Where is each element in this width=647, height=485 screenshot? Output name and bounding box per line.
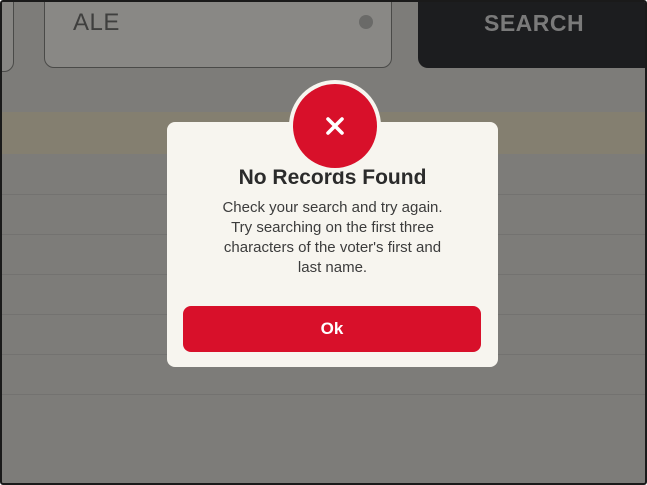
search-button-label: SEARCH [484,10,585,36]
dialog-message: Check your search and try again. Try sea… [179,198,486,278]
previous-input-field[interactable] [2,2,14,72]
ok-button[interactable]: Ok [183,306,481,352]
error-badge [289,80,381,172]
search-button[interactable]: SEARCH [418,2,645,68]
error-badge-circle [293,84,377,168]
ok-button-label: Ok [320,319,344,338]
search-input-value: ALE [73,9,120,36]
dialog-message-line: characters of the voter's first and [223,239,442,256]
search-input[interactable]: ALE [44,2,392,68]
dialog-message-line: last name. [297,259,368,276]
dialog-message-line: Try searching on the first three [231,219,434,236]
row-divider [2,394,645,395]
clear-search-icon[interactable] [359,15,373,29]
close-icon [326,117,344,135]
dialog-message-line: Check your search and try again. [222,199,443,216]
app-screen: ALE SEARCH No Records Found Check your s… [0,0,647,485]
